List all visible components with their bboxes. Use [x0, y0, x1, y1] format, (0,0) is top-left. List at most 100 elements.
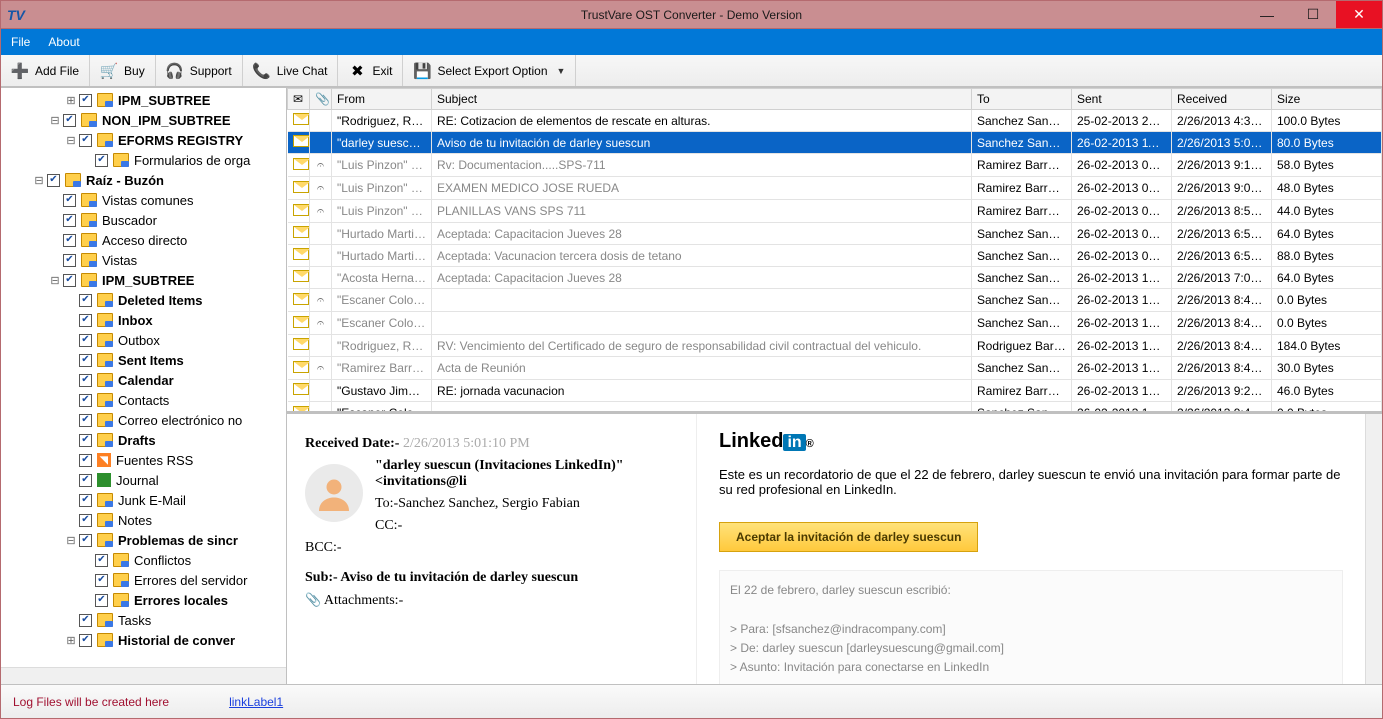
- tree-item[interactable]: ⊟NON_IPM_SUBTREE: [1, 110, 286, 130]
- tree-item[interactable]: Drafts: [1, 430, 286, 450]
- tree-item[interactable]: Notes: [1, 510, 286, 530]
- link-label[interactable]: linkLabel1: [229, 695, 283, 709]
- tree-item[interactable]: Inbox: [1, 310, 286, 330]
- checkbox[interactable]: [47, 174, 60, 187]
- twisty-icon[interactable]: ⊟: [65, 134, 77, 147]
- checkbox[interactable]: [63, 194, 76, 207]
- twisty-icon[interactable]: ⊟: [49, 114, 61, 127]
- checkbox[interactable]: [95, 554, 108, 567]
- mail-row[interactable]: 𝄐"Escaner Colomb...Sanchez Sanche...26-0…: [288, 402, 1382, 415]
- checkbox[interactable]: [79, 394, 92, 407]
- mail-row[interactable]: "Rodriguez, Roci...RV: Vencimiento del C…: [288, 335, 1382, 357]
- col-attach-icon[interactable]: 📎: [310, 89, 332, 110]
- tree-item[interactable]: Correo electrónico no: [1, 410, 286, 430]
- accept-invite-button[interactable]: Aceptar la invitación de darley suescun: [719, 522, 978, 552]
- mail-list[interactable]: ✉ 📎 From Subject To Sent Received Size "…: [287, 88, 1382, 414]
- twisty-icon[interactable]: ⊞: [65, 94, 77, 107]
- mail-row[interactable]: "Rodriguez, Roci...RE: Cotizacion de ele…: [288, 110, 1382, 132]
- mail-row[interactable]: "darley suescun (...Aviso de tu invitaci…: [288, 132, 1382, 154]
- checkbox[interactable]: [79, 314, 92, 327]
- mail-row[interactable]: "Acosta Hernand...Aceptada: Capacitacion…: [288, 267, 1382, 289]
- checkbox[interactable]: [79, 294, 92, 307]
- twisty-icon[interactable]: ⊟: [33, 174, 45, 187]
- checkbox[interactable]: [79, 474, 92, 487]
- tree-item[interactable]: Deleted Items: [1, 290, 286, 310]
- tree-item[interactable]: ◥Fuentes RSS: [1, 450, 286, 470]
- col-size[interactable]: Size: [1272, 89, 1382, 110]
- tree-item[interactable]: ⊟Problemas de sincr: [1, 530, 286, 550]
- checkbox[interactable]: [95, 574, 108, 587]
- minimize-button[interactable]: —: [1244, 1, 1290, 28]
- tree-item[interactable]: ⊞IPM_SUBTREE: [1, 90, 286, 110]
- twisty-icon[interactable]: ⊞: [65, 634, 77, 647]
- checkbox[interactable]: [63, 254, 76, 267]
- mail-row[interactable]: "Gustavo Jimene...RE: jornada vacunacion…: [288, 380, 1382, 402]
- tree-item[interactable]: Contacts: [1, 390, 286, 410]
- preview-body[interactable]: Linkedin® Este es un recordatorio de que…: [697, 414, 1365, 684]
- checkbox[interactable]: [79, 354, 92, 367]
- checkbox[interactable]: [79, 94, 92, 107]
- tree-item[interactable]: ⊞Historial de conver: [1, 630, 286, 650]
- menu-about[interactable]: About: [48, 35, 79, 49]
- col-from[interactable]: From: [332, 89, 432, 110]
- checkbox[interactable]: [79, 414, 92, 427]
- checkbox[interactable]: [79, 534, 92, 547]
- mail-row[interactable]: 𝄐"Luis Pinzon" <lui...PLANILLAS VANS SPS…: [288, 200, 1382, 223]
- mail-row[interactable]: "Hurtado Martine...Aceptada: Capacitacio…: [288, 223, 1382, 245]
- tree-item[interactable]: Conflictos: [1, 550, 286, 570]
- tree-item[interactable]: ⊟Raíz - Buzón: [1, 170, 286, 190]
- mail-row[interactable]: "Hurtado Martine...Aceptada: Vacunacion …: [288, 245, 1382, 267]
- checkbox[interactable]: [79, 334, 92, 347]
- col-subject[interactable]: Subject: [432, 89, 972, 110]
- col-to[interactable]: To: [972, 89, 1072, 110]
- tree-item[interactable]: ⊟IPM_SUBTREE: [1, 270, 286, 290]
- tree-item[interactable]: Vistas: [1, 250, 286, 270]
- tree-hscroll[interactable]: [1, 667, 286, 684]
- twisty-icon[interactable]: ⊟: [65, 534, 77, 547]
- tree-item[interactable]: Outbox: [1, 330, 286, 350]
- tree-item[interactable]: Formularios de orga: [1, 150, 286, 170]
- tree-item[interactable]: Journal: [1, 470, 286, 490]
- checkbox[interactable]: [63, 114, 76, 127]
- buy-button[interactable]: 🛒 Buy: [90, 55, 156, 86]
- checkbox[interactable]: [95, 594, 108, 607]
- checkbox[interactable]: [79, 454, 92, 467]
- mail-row[interactable]: 𝄐"Escaner Colomb...Sanchez Sanche...26-0…: [288, 312, 1382, 335]
- checkbox[interactable]: [79, 494, 92, 507]
- checkbox[interactable]: [79, 374, 92, 387]
- tree-scroll[interactable]: ⊞IPM_SUBTREE⊟NON_IPM_SUBTREE⊟EFORMS REGI…: [1, 88, 286, 667]
- checkbox[interactable]: [63, 214, 76, 227]
- mail-row[interactable]: 𝄐"Ramirez Barrera,...Acta de ReuniónSanc…: [288, 357, 1382, 380]
- tree-item[interactable]: Errores del servidor: [1, 570, 286, 590]
- tree-item[interactable]: Sent Items: [1, 350, 286, 370]
- preview-vscroll[interactable]: [1365, 414, 1382, 684]
- exit-button[interactable]: ✖ Exit: [338, 55, 403, 86]
- tree-item[interactable]: Errores locales: [1, 590, 286, 610]
- add-file-button[interactable]: ➕ Add File: [1, 55, 90, 86]
- col-mail-icon[interactable]: ✉: [288, 89, 310, 110]
- tree-item[interactable]: Acceso directo: [1, 230, 286, 250]
- maximize-button[interactable]: ☐: [1290, 1, 1336, 28]
- col-received[interactable]: Received: [1172, 89, 1272, 110]
- checkbox[interactable]: [79, 634, 92, 647]
- mail-row[interactable]: 𝄐"Luis Pinzon" <lui...Rv: Documentacion.…: [288, 154, 1382, 177]
- export-button[interactable]: 💾 Select Export Option ▼: [403, 55, 576, 86]
- support-button[interactable]: 🎧 Support: [156, 55, 243, 86]
- checkbox[interactable]: [63, 234, 76, 247]
- checkbox[interactable]: [79, 134, 92, 147]
- col-sent[interactable]: Sent: [1072, 89, 1172, 110]
- mail-row[interactable]: 𝄐"Escaner Colomb...Sanchez Sanche...26-0…: [288, 289, 1382, 312]
- close-button[interactable]: ✕: [1336, 1, 1382, 28]
- checkbox[interactable]: [79, 614, 92, 627]
- tree-item[interactable]: Tasks: [1, 610, 286, 630]
- tree-item[interactable]: Junk E-Mail: [1, 490, 286, 510]
- checkbox[interactable]: [95, 154, 108, 167]
- checkbox[interactable]: [79, 434, 92, 447]
- tree-item[interactable]: Vistas comunes: [1, 190, 286, 210]
- tree-item[interactable]: Buscador: [1, 210, 286, 230]
- twisty-icon[interactable]: ⊟: [49, 274, 61, 287]
- mail-row[interactable]: 𝄐"Luis Pinzon" <lui...EXAMEN MEDICO JOSE…: [288, 177, 1382, 200]
- checkbox[interactable]: [63, 274, 76, 287]
- tree-item[interactable]: Calendar: [1, 370, 286, 390]
- tree-item[interactable]: ⊟EFORMS REGISTRY: [1, 130, 286, 150]
